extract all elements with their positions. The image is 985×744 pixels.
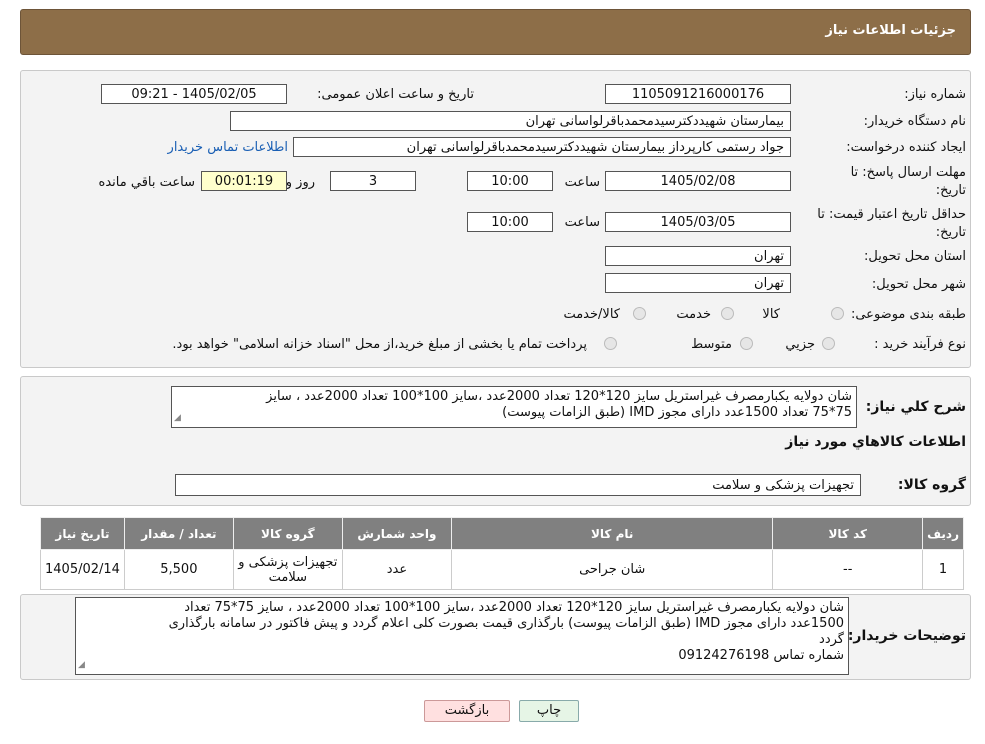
- goods-info-title: اطلاعات کالاهاي مورد نياز: [785, 434, 966, 450]
- general-description-label: شرح کلي نياز:: [865, 399, 966, 415]
- col-header-qty: تعداد / مقدار: [123, 517, 234, 550]
- announce-date-field: 1405/02/05 - 09:21: [101, 84, 287, 104]
- cell-group-line-2: سلامت: [268, 569, 307, 585]
- category-radio-goods[interactable]: [831, 307, 844, 320]
- creator-label: ایجاد کننده درخواست:: [846, 140, 966, 155]
- category-option-goods: کالا: [762, 307, 780, 322]
- city-label: شهر محل تحویل:: [871, 277, 966, 292]
- cell-group-line-1: تجهیزات پزشکی و: [238, 554, 338, 570]
- need-number-field: 1105091216000176: [605, 84, 791, 104]
- cell-index: 1: [922, 549, 964, 590]
- cell-name: شان جراحی: [450, 549, 774, 590]
- category-radio-goods-service[interactable]: [633, 307, 646, 320]
- deadline-label-2: تاریخ:: [935, 183, 966, 198]
- buyer-org-field: بیمارستان شهیددکترسیدمحمدباقرلواسانی تهر…: [230, 111, 791, 131]
- category-radio-service[interactable]: [721, 307, 734, 320]
- buyer-notes-line-4: شماره تماس 09124276198: [678, 648, 844, 663]
- process-type-label: نوع فرآیند خرید :: [874, 337, 966, 352]
- resize-grip-icon[interactable]: ◢: [78, 657, 85, 673]
- cell-unit: عدد: [341, 549, 453, 590]
- process-radio-medium[interactable]: [740, 337, 753, 350]
- deadline-time-field: 10:00: [467, 171, 553, 191]
- creator-field: جواد رستمی کارپرداز بیمارستان شهیددکترسی…: [293, 137, 791, 157]
- buyer-contact-link[interactable]: اطلاعات تماس خریدار: [168, 140, 288, 155]
- buyer-notes-line-3: گردد: [819, 632, 844, 647]
- buyer-notes-line-1: شان دولایه یکبارمصرف غیراستریل سایز 120*…: [184, 600, 844, 615]
- goods-table: ردیف کد کالا نام کالا واحد شمارش گروه کا…: [40, 517, 964, 590]
- validity-time-label: ساعت: [564, 215, 600, 230]
- validity-date-field: 1405/03/05: [605, 212, 791, 232]
- announce-date-label: تاریخ و ساعت اعلان عمومی:: [317, 87, 474, 102]
- time-remaining-label: ساعت باقي مانده: [98, 175, 195, 190]
- buyer-notes-label: توضیحات خریدار:: [847, 628, 966, 644]
- col-header-date: تاریخ نیاز: [40, 517, 125, 550]
- resize-grip-icon[interactable]: ◢: [174, 410, 181, 426]
- page-header: جزئیات اطلاعات نیاز: [20, 9, 971, 55]
- days-remaining-field: 3: [330, 171, 416, 191]
- days-label: روز و: [285, 175, 315, 190]
- deadline-label: مهلت ارسال پاسخ: تا: [850, 165, 966, 180]
- need-number-label: شماره نیاز:: [904, 87, 966, 102]
- buyer-org-label: نام دستگاه خریدار:: [863, 114, 966, 129]
- province-field: تهران: [605, 246, 791, 266]
- price-validity-label-2: تاریخ:: [935, 225, 966, 240]
- process-option-minor: جزیي: [785, 337, 815, 352]
- col-header-code: کد کالا: [772, 517, 924, 550]
- process-option-medium: متوسط: [691, 337, 732, 352]
- city-field: تهران: [605, 273, 791, 293]
- category-option-goods-service: کالا/خدمت: [563, 307, 620, 322]
- deadline-date-field: 1405/02/08: [605, 171, 791, 191]
- general-description-line-1: شان دولایه یکبارمصرف غیراستریل سایز 120*…: [266, 389, 852, 404]
- page-title: جزئیات اطلاعات نیاز: [825, 23, 956, 38]
- col-header-group: گروه کالا: [232, 517, 343, 550]
- validity-time-field: 10:00: [467, 212, 553, 232]
- price-validity-label: حداقل تاریخ اعتبار قیمت: تا: [817, 207, 966, 222]
- col-header-unit: واحد شمارش: [341, 517, 453, 550]
- col-header-name: نام کالا: [450, 517, 774, 550]
- buyer-notes-textarea[interactable]: شان دولایه یکبارمصرف غیراستریل سایز 120*…: [75, 597, 849, 675]
- goods-group-field: تجهیزات پزشکی و سلامت: [175, 474, 861, 496]
- table-header-row: ردیف کد کالا نام کالا واحد شمارش گروه کا…: [40, 517, 964, 550]
- process-radio-minor[interactable]: [822, 337, 835, 350]
- table-row[interactable]: 1 -- شان جراحی عدد تجهیزات پزشکی و سلامت…: [40, 549, 964, 590]
- province-label: استان محل تحویل:: [864, 249, 966, 264]
- cell-date: 1405/02/14: [40, 549, 125, 590]
- cell-code: --: [772, 549, 924, 590]
- print-button[interactable]: چاپ: [519, 700, 579, 722]
- general-description-textarea[interactable]: شان دولایه یکبارمصرف غیراستریل سایز 120*…: [171, 386, 857, 428]
- deadline-time-label: ساعت: [564, 175, 600, 190]
- time-remaining-field: 00:01:19: [201, 171, 287, 191]
- treasury-payment-note: پرداخت تمام یا بخشی از مبلغ خرید،از محل …: [172, 337, 587, 352]
- process-radio-treasury[interactable]: [604, 337, 617, 350]
- cell-group: تجهیزات پزشکی و سلامت: [232, 549, 343, 590]
- general-description-line-2: 75*75 تعداد 1500عدد دارای مجوز IMD (طبق …: [502, 405, 852, 420]
- col-header-index: ردیف: [922, 517, 964, 550]
- category-label: طبقه بندی موضوعی:: [850, 307, 966, 322]
- back-button[interactable]: بازگشت: [424, 700, 510, 722]
- goods-group-label: گروه کالا:: [897, 477, 966, 493]
- cell-qty: 5,500: [123, 549, 234, 590]
- category-option-service: خدمت: [676, 307, 711, 322]
- buyer-notes-line-2: 1500عدد دارای مجوز IMD (طبق الزامات پیوس…: [168, 616, 844, 631]
